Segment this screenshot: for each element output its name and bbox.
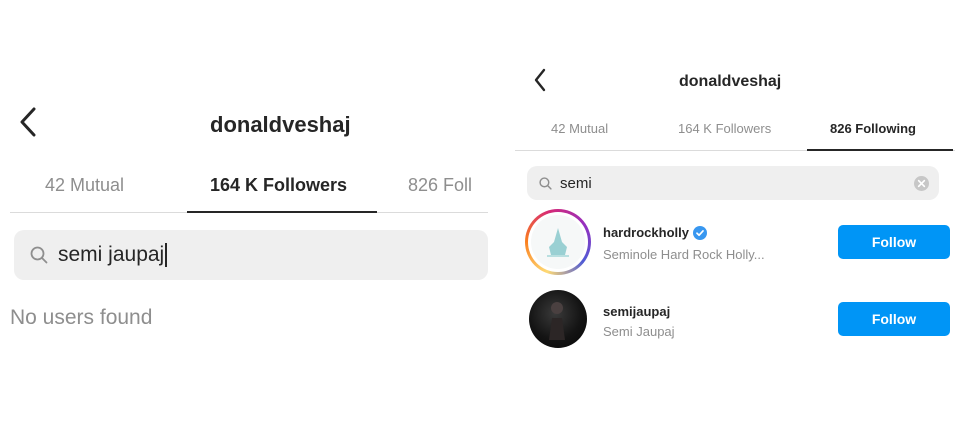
avatar <box>528 212 588 272</box>
left-screenshot-panel: donaldveshaj 42 Mutual 164 K Followers 8… <box>0 0 490 435</box>
profile-title: donaldveshaj <box>679 73 782 90</box>
back-chevron-icon[interactable] <box>533 68 547 92</box>
right-screenshot-panel: donaldveshaj 42 Mutual 164 K Followers 8… <box>515 0 960 435</box>
tab-following[interactable]: 826 Following <box>830 121 916 136</box>
hard-rock-guitar-logo-icon <box>547 228 569 257</box>
tab-following[interactable]: 826 Foll <box>408 175 488 196</box>
username[interactable]: hardrockholly <box>603 225 707 240</box>
clear-icon[interactable] <box>914 176 929 191</box>
verified-badge-icon <box>692 225 707 240</box>
search-query-text: semi jaupaj <box>58 243 165 266</box>
username-text: semijaupaj <box>603 304 671 319</box>
search-query-text: semi <box>560 174 592 192</box>
avatar-story-ring[interactable] <box>525 209 591 275</box>
follow-button[interactable]: Follow <box>838 225 950 259</box>
search-icon <box>539 176 552 190</box>
tab-mutual[interactable]: 42 Mutual <box>45 175 124 196</box>
full-name: Seminole Hard Rock Holly... <box>603 247 765 262</box>
profile-title: donaldveshaj <box>210 112 351 137</box>
text-cursor <box>165 243 168 267</box>
result-row-hardrockholly[interactable]: hardrockholly Seminole Hard Rock Holly..… <box>525 209 950 275</box>
avatar[interactable] <box>529 290 587 348</box>
active-tab-underline <box>187 211 377 213</box>
search-icon <box>30 246 48 264</box>
tab-followers[interactable]: 164 K Followers <box>678 121 771 136</box>
search-field[interactable]: semi jaupaj <box>14 230 488 280</box>
result-row-semijaupaj[interactable]: semijaupaj Semi Jaupaj Follow <box>525 286 950 352</box>
back-chevron-icon[interactable] <box>18 106 38 138</box>
username-text: hardrockholly <box>603 225 689 240</box>
username[interactable]: semijaupaj <box>603 304 670 319</box>
full-name: Semi Jaupaj <box>603 324 675 339</box>
tab-followers[interactable]: 164 K Followers <box>210 175 347 196</box>
search-field[interactable]: semi <box>527 166 939 200</box>
person-silhouette-icon <box>549 302 565 340</box>
follow-button[interactable]: Follow <box>838 302 950 336</box>
tab-mutual[interactable]: 42 Mutual <box>551 121 608 136</box>
no-results-message: No users found <box>10 306 153 329</box>
active-tab-underline <box>807 149 953 151</box>
